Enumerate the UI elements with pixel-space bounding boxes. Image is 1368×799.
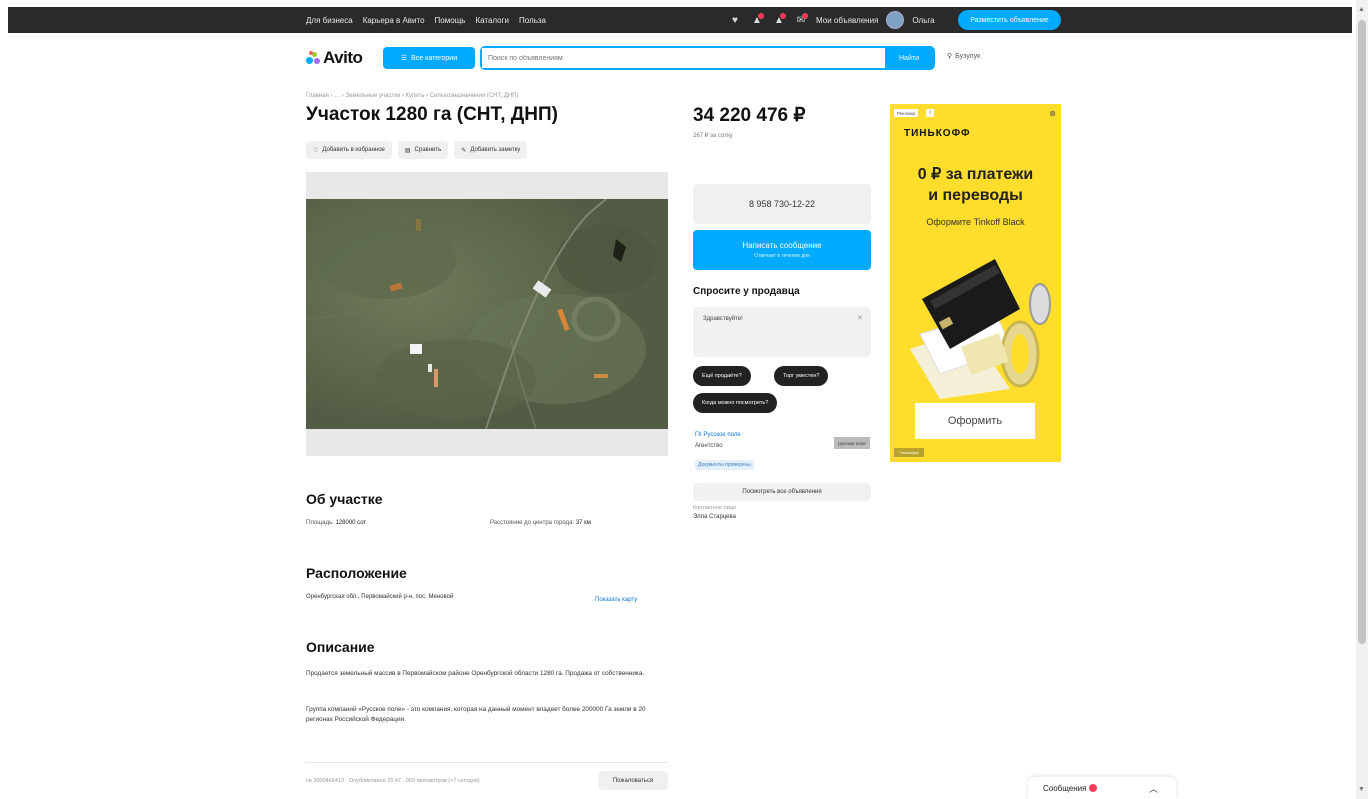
- search-button[interactable]: Найти: [885, 48, 933, 68]
- seller-logo[interactable]: русское поле: [834, 437, 870, 449]
- top-nav: Для бизнеса Карьера в Авито Помощь Катал…: [306, 7, 546, 33]
- seller-name-link[interactable]: ГК Русское поле: [695, 432, 741, 438]
- scroll-down-icon[interactable]: ▼: [1358, 786, 1365, 793]
- top-nav-business[interactable]: Для бизнеса: [306, 16, 353, 25]
- listing-actions: ♡ Добавить в избранное ▤ Сравнить ✎ Доба…: [306, 141, 528, 159]
- bell-icon[interactable]: ▲: [772, 13, 786, 27]
- top-nav-useful[interactable]: Польза: [519, 16, 546, 25]
- top-nav-career[interactable]: Карьера в Авито: [363, 16, 425, 25]
- avatar[interactable]: [886, 11, 905, 29]
- ad-headline-line2: и переводы: [928, 187, 1023, 204]
- top-user-area: ♥ ▲ ▲ ✉ Мои объявления Ольга: [728, 7, 935, 33]
- page-title: Участок 1280 га (СНТ, ДНП): [306, 104, 559, 125]
- distance-field: Расстояние до центра города: 37 км: [490, 520, 591, 526]
- seller-type: Агентство: [695, 443, 723, 449]
- chat-icon[interactable]: ✉: [794, 13, 808, 27]
- post-ad-button[interactable]: Разместить объявление: [958, 10, 1061, 30]
- ad-subline: Оформите Tinkoff Black: [926, 217, 1025, 227]
- location-pin-icon: ⚲: [947, 53, 953, 60]
- listing-photo[interactable]: [306, 172, 668, 456]
- scrollbar[interactable]: ▲ ▼: [1356, 0, 1368, 799]
- clear-icon[interactable]: ✕: [857, 314, 863, 322]
- distance-value: 37 км: [575, 520, 591, 526]
- breadcrumb[interactable]: Главная › … › Земельные участки › Купить…: [306, 93, 518, 99]
- avito-logo[interactable]: Avito: [306, 48, 363, 68]
- heart-icon: ♡: [313, 147, 319, 154]
- description-paragraph-1: Продается земельный массив в Первомайско…: [306, 670, 645, 677]
- verified-badge: Документы проверены: [695, 460, 754, 470]
- compare-label: Сравнить: [414, 147, 442, 153]
- description-section-title: Описание: [306, 639, 375, 655]
- distance-label: Расстояние до центра города:: [490, 520, 575, 526]
- logo-text: Avito: [323, 48, 363, 67]
- area-value: 128000 сот: [335, 520, 367, 526]
- card-illustration: [910, 259, 1051, 399]
- chevron-up-icon[interactable]: ︿: [1149, 782, 1158, 795]
- compare-icon: ▤: [404, 147, 411, 154]
- all-categories-label: Все категории: [411, 54, 458, 62]
- top-bar: Для бизнеса Карьера в Авито Помощь Катал…: [8, 7, 1352, 33]
- menu-icon: ☰: [400, 55, 408, 62]
- ad-mini-logo: Тинькофф: [894, 448, 924, 457]
- quick-question-viewing[interactable]: Когда можно посмотреть?: [693, 393, 778, 413]
- price: 34 220 476 ₽: [693, 105, 806, 126]
- response-time: Отвечает в течение дня: [754, 253, 810, 259]
- description-paragraph-2: Группа компаний «Русское поле» - это ком…: [306, 706, 646, 723]
- quick-question-still-selling[interactable]: Ещё продаёте?: [693, 366, 751, 386]
- ask-seller-input[interactable]: Здравствуйте! ✕: [693, 307, 871, 357]
- logo-mark-icon: [306, 51, 320, 65]
- add-note-button[interactable]: ✎ Добавить заметку: [454, 141, 528, 159]
- search-bar: Найти: [480, 46, 935, 70]
- contact-person-label: Контактное лицо: [693, 505, 736, 511]
- user-menu[interactable]: Ольга: [912, 16, 934, 25]
- add-favorite-label: Добавить в избранное: [322, 147, 385, 153]
- price-per-unit: 267 ₽ за сотку: [693, 133, 733, 139]
- write-message-button[interactable]: Написать сообщение Отвечает в течение дн…: [693, 230, 871, 270]
- location-section-title: Расположение: [306, 565, 407, 581]
- address-text: Оренбургская обл., Первомайский р-н, пос…: [306, 594, 454, 600]
- top-nav-catalogs[interactable]: Каталоги: [475, 16, 509, 25]
- unread-badge: [1089, 784, 1098, 792]
- location-label: Бузулук: [955, 52, 981, 60]
- scrollbar-thumb[interactable]: [1358, 20, 1366, 644]
- listing-meta: № 3000466413 · Опубликовано 15:47 · 969 …: [306, 778, 480, 784]
- ad-brand: ТИНЬКОФФ: [904, 128, 971, 139]
- area-label: Площадь:: [306, 520, 334, 526]
- ad-cta-button[interactable]: Оформить: [915, 403, 1035, 439]
- ad-label: Реклама: [894, 109, 919, 117]
- messages-label: Сообщения: [1043, 783, 1087, 793]
- show-phone-button[interactable]: 8 958 730-12-22: [693, 184, 871, 224]
- ask-seller-text: Здравствуйте!: [703, 316, 743, 322]
- show-map-link[interactable]: Показать карту: [595, 597, 637, 603]
- all-seller-ads-button[interactable]: Посмотреть все объявления: [693, 483, 871, 501]
- note-icon: ✎: [461, 147, 467, 154]
- write-message-label: Написать сообщение: [742, 241, 822, 250]
- info-icon[interactable]: i: [926, 109, 934, 117]
- area-field: Площадь: 128000 сот: [306, 520, 366, 526]
- compare-button[interactable]: ▤ Сравнить: [397, 141, 449, 159]
- add-favorite-button[interactable]: ♡ Добавить в избранное: [306, 141, 392, 159]
- about-section-title: Об участке: [306, 491, 383, 507]
- scroll-up-icon[interactable]: ▲: [1358, 6, 1365, 13]
- search-input[interactable]: [482, 48, 885, 68]
- cart-icon[interactable]: ▲: [750, 13, 764, 27]
- ad-banner[interactable]: Реклама i ⊗ ТИНЬКОФФ 0 ₽ за платежи и пе…: [890, 104, 1061, 462]
- favorites-icon[interactable]: ♥: [728, 13, 742, 27]
- contact-person-name: Элла Старцева: [693, 514, 736, 520]
- top-nav-help[interactable]: Помощь: [435, 16, 466, 25]
- location-selector[interactable]: ⚲ Бузулук: [947, 52, 981, 61]
- all-categories-button[interactable]: ☰ Все категории: [383, 47, 475, 69]
- ad-headline-line1: 0 ₽ за платежи: [917, 166, 1034, 183]
- close-icon[interactable]: ⊗: [1049, 109, 1056, 118]
- complain-button[interactable]: Пожаловаться: [598, 771, 668, 790]
- my-ads-link[interactable]: Мои объявления: [816, 16, 878, 25]
- messages-widget[interactable]: Сообщения ︿: [1028, 777, 1176, 799]
- add-note-label: Добавить заметку: [470, 147, 521, 153]
- satellite-image: [306, 199, 668, 429]
- divider: [306, 762, 668, 763]
- ask-seller-title: Спросите у продавца: [693, 286, 800, 297]
- ad-headline: 0 ₽ за платежи и переводы: [890, 164, 1061, 206]
- quick-question-bargain[interactable]: Торг уместен?: [774, 366, 829, 386]
